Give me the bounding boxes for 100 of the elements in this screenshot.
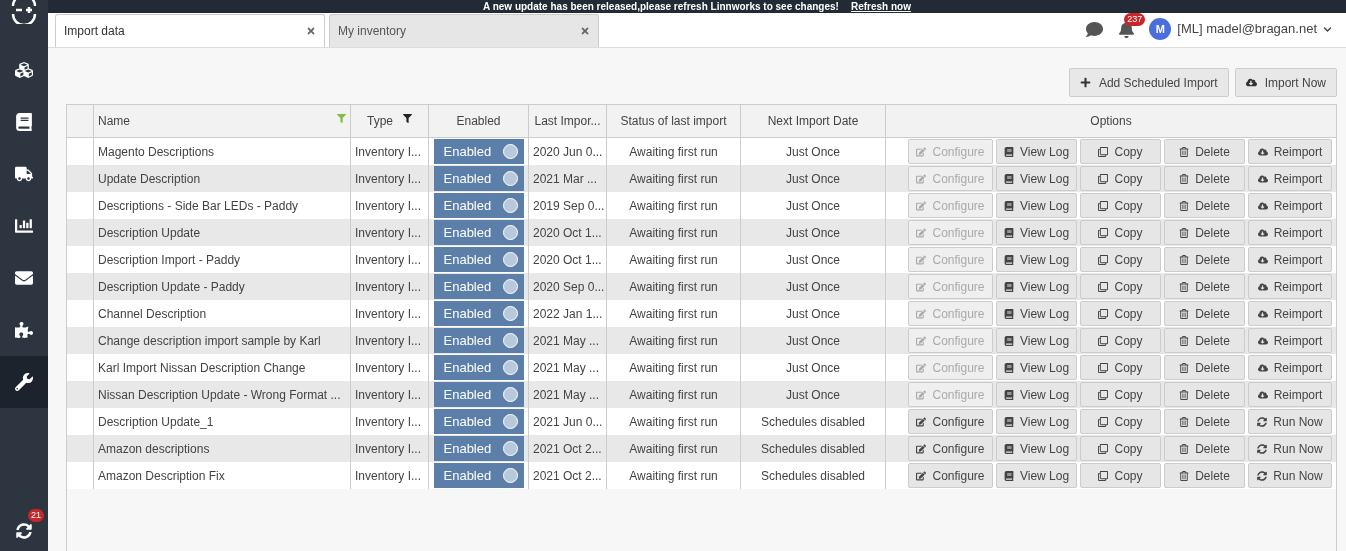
column-header[interactable]: Enabled — [456, 112, 501, 130]
enabled-toggle[interactable]: Enabled — [433, 355, 524, 380]
chat-icon[interactable] — [1085, 20, 1105, 38]
copy-button[interactable]: Copy — [1080, 382, 1161, 407]
view-log-button[interactable]: View Log — [996, 355, 1077, 380]
column-header[interactable]: Status of last import — [620, 112, 727, 130]
close-icon[interactable] — [580, 26, 590, 36]
plus-icon — [1079, 77, 1091, 88]
sync-button[interactable]: 21 — [4, 509, 44, 547]
delete-button[interactable]: Delete — [1164, 247, 1245, 272]
enabled-toggle[interactable]: Enabled — [433, 166, 524, 191]
delete-button[interactable]: Delete — [1164, 355, 1245, 380]
tab[interactable]: Import data — [55, 14, 325, 47]
copy-button[interactable]: Copy — [1080, 274, 1161, 299]
reimport-button[interactable]: Reimport — [1248, 274, 1332, 299]
reimport-button[interactable]: Reimport — [1248, 301, 1332, 326]
enabled-toggle[interactable]: Enabled — [433, 139, 524, 164]
import-now-button[interactable]: Import Now — [1234, 68, 1337, 97]
copy-button[interactable]: Copy — [1080, 220, 1161, 245]
copy-button[interactable]: Copy — [1080, 355, 1161, 380]
view-log-button[interactable]: View Log — [996, 166, 1077, 191]
column-header[interactable]: Next Import Date — [767, 112, 859, 130]
reimport-button[interactable]: Reimport — [1248, 220, 1332, 245]
run-now-button[interactable]: Run Now — [1248, 409, 1332, 434]
delete-button[interactable]: Delete — [1164, 463, 1245, 488]
column-header[interactable]: Name — [98, 112, 130, 130]
column-header[interactable]: Options — [1090, 112, 1132, 130]
reimport-button[interactable]: Reimport — [1248, 247, 1332, 272]
copy-button[interactable]: Copy — [1080, 328, 1161, 353]
delete-button[interactable]: Delete — [1164, 193, 1245, 218]
enabled-toggle[interactable]: Enabled — [433, 328, 524, 353]
enabled-toggle[interactable]: Enabled — [433, 382, 524, 407]
copy-button[interactable]: Copy — [1080, 247, 1161, 272]
delete-button[interactable]: Delete — [1164, 166, 1245, 191]
enabled-toggle[interactable]: Enabled — [433, 436, 524, 461]
copy-button[interactable]: Copy — [1080, 139, 1161, 164]
enabled-toggle[interactable]: Enabled — [433, 274, 524, 299]
tab[interactable]: My inventory — [329, 14, 599, 47]
view-log-button[interactable]: View Log — [996, 463, 1077, 488]
view-log-button[interactable]: View Log — [996, 274, 1077, 299]
view-log-button[interactable]: View Log — [996, 193, 1077, 218]
view-log-button[interactable]: View Log — [996, 301, 1077, 326]
configure-button[interactable]: Configure — [908, 436, 993, 461]
cloud-download-icon — [1257, 281, 1268, 292]
user-avatar[interactable]: M — [1149, 18, 1172, 40]
view-log-button[interactable]: View Log — [996, 139, 1077, 164]
copy-icon — [1098, 281, 1109, 292]
copy-button[interactable]: Copy — [1080, 166, 1161, 191]
filter-icon[interactable] — [403, 113, 412, 123]
trash-icon — [1179, 200, 1190, 211]
sidebar-item[interactable] — [0, 356, 48, 408]
view-log-button[interactable]: View Log — [996, 382, 1077, 407]
add-scheduled-import-button[interactable]: Add Scheduled Import — [1068, 68, 1229, 97]
cloud-download-icon — [1257, 227, 1268, 238]
close-icon[interactable] — [306, 26, 316, 36]
reimport-button[interactable]: Reimport — [1248, 166, 1332, 191]
delete-button[interactable]: Delete — [1164, 409, 1245, 434]
copy-button[interactable]: Copy — [1080, 409, 1161, 434]
copy-icon — [1098, 362, 1109, 373]
view-log-button[interactable]: View Log — [996, 247, 1077, 272]
enabled-toggle[interactable]: Enabled — [433, 409, 524, 434]
column-header[interactable]: Type — [367, 112, 393, 130]
view-log-button[interactable]: View Log — [996, 436, 1077, 461]
copy-button[interactable]: Copy — [1080, 436, 1161, 461]
edit-icon — [916, 146, 927, 157]
reimport-button[interactable]: Reimport — [1248, 193, 1332, 218]
configure-button[interactable]: Configure — [908, 409, 993, 434]
reimport-button[interactable]: Reimport — [1248, 139, 1332, 164]
delete-button[interactable]: Delete — [1164, 436, 1245, 461]
refresh-now-link[interactable]: Refresh now — [850, 1, 911, 12]
reimport-button[interactable]: Reimport — [1248, 355, 1332, 380]
run-now-button[interactable]: Run Now — [1248, 436, 1332, 461]
enabled-toggle[interactable]: Enabled — [433, 247, 524, 272]
delete-button[interactable]: Delete — [1164, 301, 1245, 326]
view-log-button[interactable]: View Log — [996, 220, 1077, 245]
chevron-down-icon[interactable] — [1323, 24, 1332, 34]
enabled-toggle[interactable]: Enabled — [433, 463, 524, 488]
copy-button[interactable]: Copy — [1080, 193, 1161, 218]
column-header[interactable]: Last Impor... — [534, 112, 601, 130]
delete-button[interactable]: Delete — [1164, 220, 1245, 245]
enabled-toggle[interactable]: Enabled — [433, 220, 524, 245]
cloud-download-icon — [1257, 146, 1268, 157]
copy-button[interactable]: Copy — [1080, 301, 1161, 326]
delete-button[interactable]: Delete — [1164, 382, 1245, 407]
enabled-toggle[interactable]: Enabled — [433, 193, 524, 218]
reimport-button[interactable]: Reimport — [1248, 328, 1332, 353]
bell-icon[interactable] — [1118, 20, 1136, 38]
run-now-button[interactable]: Run Now — [1248, 463, 1332, 488]
cloud-download-icon — [1257, 200, 1268, 211]
view-log-button[interactable]: View Log — [996, 409, 1077, 434]
delete-button[interactable]: Delete — [1164, 328, 1245, 353]
copy-icon — [1098, 200, 1109, 211]
configure-button[interactable]: Configure — [908, 463, 993, 488]
delete-button[interactable]: Delete — [1164, 274, 1245, 299]
reimport-button[interactable]: Reimport — [1248, 382, 1332, 407]
copy-button[interactable]: Copy — [1080, 463, 1161, 488]
user-name[interactable]: [ML] madel@bragan.net — [1177, 19, 1317, 39]
delete-button[interactable]: Delete — [1164, 139, 1245, 164]
view-log-button[interactable]: View Log — [996, 328, 1077, 353]
enabled-toggle[interactable]: Enabled — [433, 301, 524, 326]
